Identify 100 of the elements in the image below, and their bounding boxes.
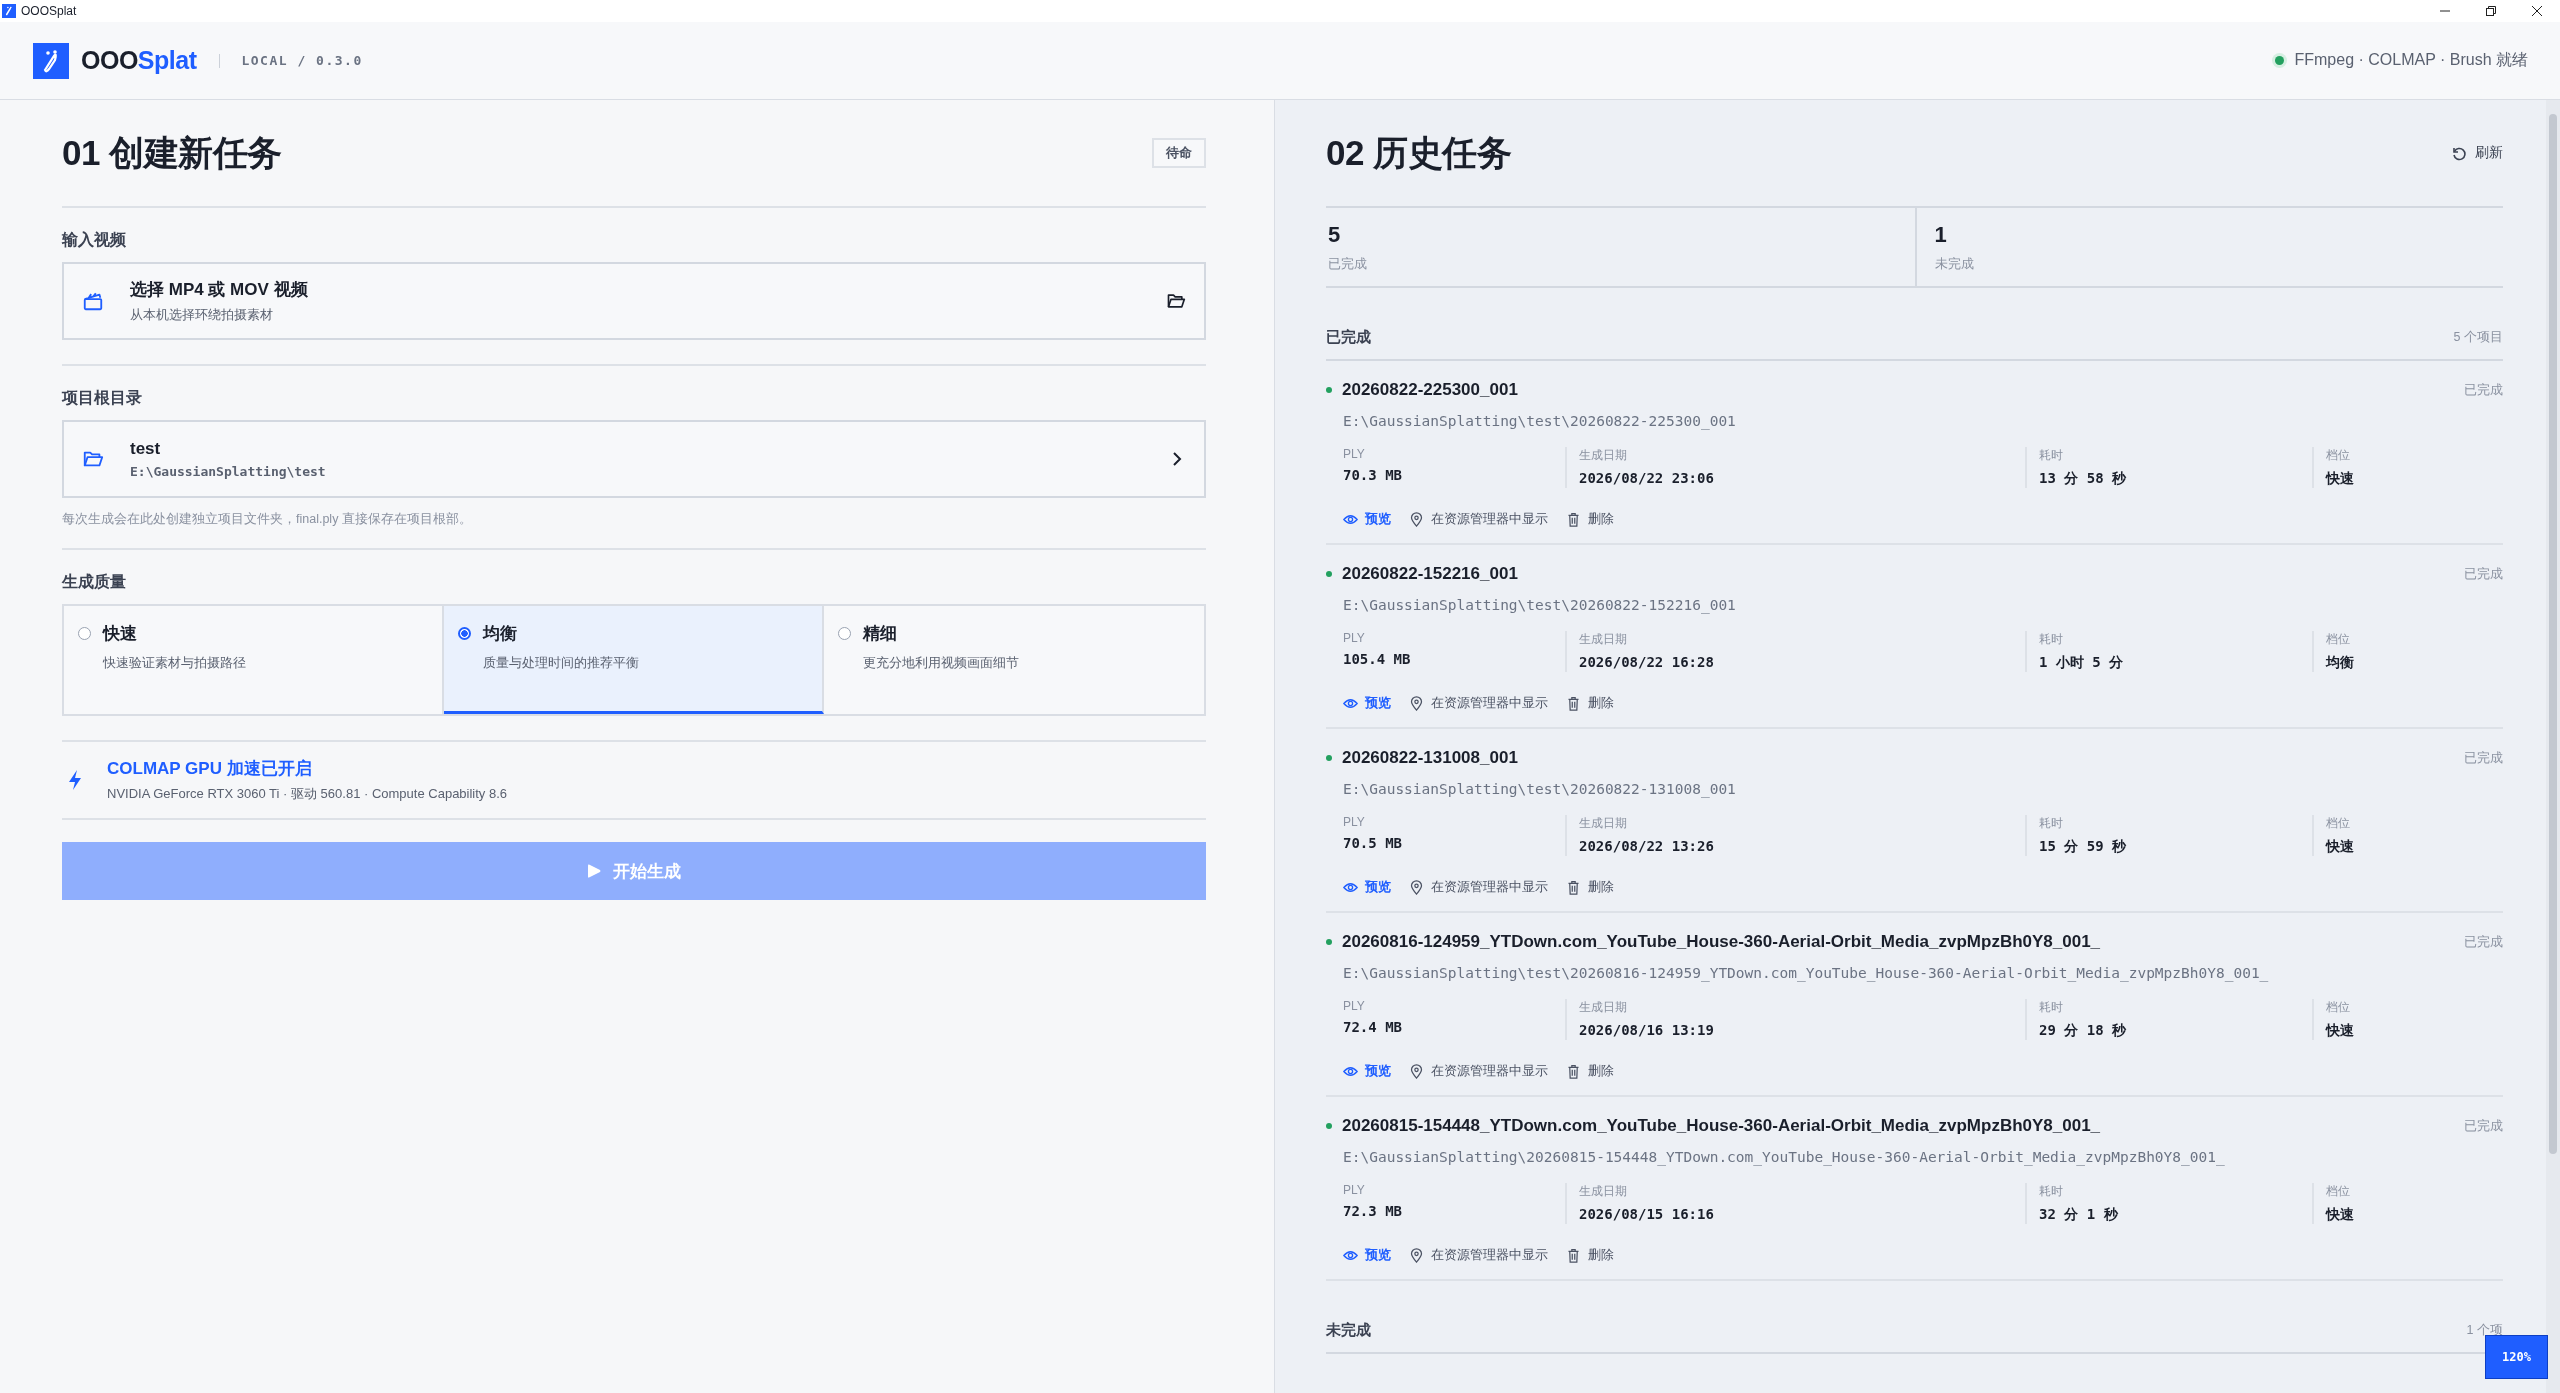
play-icon [587,863,601,879]
status-dot [1326,387,1332,393]
meta-value: 均衡 [2326,654,2355,672]
restore-icon[interactable] [2486,6,2496,16]
meta-label: 档位 [2326,631,2351,648]
meta-value: 2026/08/15 16:16 [1579,1206,1715,1222]
meta-value: 快速 [2326,838,2355,856]
location-pin-icon [1409,1063,1424,1079]
version-label: LOCAL / 0.3.0 [241,53,363,68]
folder-name: test [130,439,162,459]
location-pin-icon [1409,695,1424,711]
preview-button[interactable]: 预览 [1343,878,1391,896]
gpu-status: COLMAP GPU 加速已开启 [107,758,313,780]
preview-button[interactable]: 预览 [1343,510,1391,528]
zoom-badge: 120% [2485,1335,2548,1379]
task-path: E:\GaussianSplatting\20260815-154448_YTDown.com_YouTube_House-360-Aerial-Orbit_Media_zvpMpzBh0Y8_001_ [1343,1149,2226,1165]
delete-button[interactable]: 删除 [1566,1246,1614,1264]
reveal-button[interactable]: 在资源管理器中显示 [1409,1246,1548,1264]
task-status: 已完成 [2464,749,2503,767]
delete-button[interactable]: 删除 [1566,1062,1614,1080]
section-label: 输入视频 [62,230,127,250]
option-label: 均衡 [483,623,517,645]
meta-value: 15 分 59 秒 [2039,838,2127,856]
meta-label: 耗时 [2039,1183,2064,1200]
trash-icon [1566,511,1581,527]
reveal-button[interactable]: 在资源管理器中显示 [1409,1062,1548,1080]
folder-picker[interactable]: test E:\GaussianSplatting\test [62,420,1206,498]
meta-label: PLY [1343,1183,1366,1197]
meta-label: PLY [1343,815,1366,829]
window-title: OOOSplat [21,4,77,18]
option-label: 快速 [103,623,137,645]
picker-title: 选择 MP4 或 MOV 视频 [130,279,309,301]
preview-button[interactable]: 预览 [1343,1062,1391,1080]
panel-title: 01 创建新任务 [62,131,282,174]
app-logo-text: OOOSplat [81,46,197,75]
reveal-button[interactable]: 在资源管理器中显示 [1409,878,1548,896]
meta-label: 档位 [2326,999,2351,1016]
meta-label: 生成日期 [1579,447,1628,464]
item-count: 5 个项目 [2453,329,2503,346]
task-path: E:\GaussianSplatting\test\20260822-152216_001 [1343,597,1737,613]
task-status: 已完成 [2464,1117,2503,1135]
delete-button[interactable]: 删除 [1566,694,1614,712]
stat-value: 5 [1328,221,1342,248]
quality-option[interactable]: 均衡 质量与处理时间的推荐平衡 [444,606,824,714]
meta-label: 生成日期 [1579,631,1628,648]
video-picker[interactable]: 选择 MP4 或 MOV 视频 从本机选择环绕拍摄素材 [62,262,1206,340]
refresh-button[interactable]: 刷新 [2451,144,2503,162]
location-pin-icon [1409,879,1424,895]
chevron-right-icon [1172,451,1182,467]
trash-icon [1566,1247,1581,1263]
trash-icon [1566,1063,1581,1079]
task-path: E:\GaussianSplatting\test\20260822-225300_001 [1343,413,1737,429]
meta-label: PLY [1343,999,1366,1013]
trash-icon [1566,695,1581,711]
radio-button[interactable] [838,627,851,640]
meta-value: 105.4 MB [1343,651,1412,667]
refresh-icon [2451,145,2467,161]
meta-label: 耗时 [2039,447,2064,464]
folder-hint: 每次生成会在此处创建独立项目文件夹，final.ply 直接保存在项目根部。 [62,511,473,528]
location-pin-icon [1409,511,1424,527]
meta-label: 耗时 [2039,631,2064,648]
meta-label: 生成日期 [1579,815,1628,832]
meta-label: 生成日期 [1579,1183,1628,1200]
scrollbar[interactable] [2546,100,2560,1393]
meta-value: 快速 [2326,1206,2355,1224]
group-title: 未完成 [1326,1321,1371,1340]
state-badge: 待命 [1152,138,1206,168]
meta-value: 72.3 MB [1343,1203,1403,1219]
stat-label: 已完成 [1328,255,1368,273]
task-name: 20260822-225300_001 [1342,380,1519,400]
meta-label: PLY [1343,631,1366,645]
meta-value: 70.5 MB [1343,835,1403,851]
task-name: 20260822-131008_001 [1342,748,1519,768]
meta-value: 13 分 58 秒 [2039,470,2127,488]
status-text: FFmpeg · COLMAP · Brush 就绪 [2294,50,2528,70]
meta-label: 档位 [2326,1183,2351,1200]
preview-button[interactable]: 预览 [1343,694,1391,712]
delete-button[interactable]: 删除 [1566,510,1614,528]
stat-label: 未完成 [1934,255,1975,273]
status-dot [1326,755,1332,761]
preview-button[interactable]: 预览 [1343,1246,1391,1264]
delete-button[interactable]: 删除 [1566,878,1614,896]
close-icon[interactable] [2532,6,2542,16]
reveal-button[interactable]: 在资源管理器中显示 [1409,694,1548,712]
meta-value: 2026/08/22 16:28 [1579,654,1715,670]
task-status: 已完成 [2464,381,2503,399]
meta-value: 32 分 1 秒 [2039,1206,2119,1224]
reveal-button[interactable]: 在资源管理器中显示 [1409,510,1548,528]
task-path: E:\GaussianSplatting\test\20260816-124959_YTDown.com_YouTube_House-360-Aerial-Orbit_Media_zvpMpzBh0Y8_001_ [1343,965,2270,981]
folder-path: E:\GaussianSplatting\test [130,464,327,479]
option-description: 快速验证素材与拍摄路径 [102,654,247,672]
radio-button[interactable] [458,627,471,640]
status-dot [1326,1123,1332,1129]
meta-value: 2026/08/16 13:19 [1579,1022,1715,1038]
task-status: 已完成 [2464,565,2503,583]
meta-label: 档位 [2326,447,2351,464]
folder-icon [1166,291,1186,311]
task-name: 20260822-152216_001 [1342,564,1519,584]
radio-button[interactable] [78,627,91,640]
meta-label: 耗时 [2039,815,2064,832]
